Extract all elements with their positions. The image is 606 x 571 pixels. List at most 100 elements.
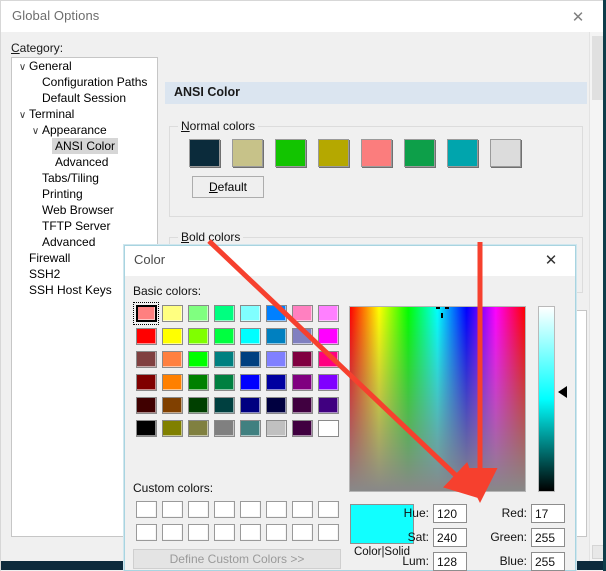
normal-colors-swatches[interactable] — [189, 139, 521, 167]
tree-item-configuration-paths[interactable]: Configuration Paths — [12, 74, 157, 90]
basic-color-cell-47[interactable] — [315, 417, 341, 440]
basic-color-cell-37[interactable] — [263, 394, 289, 417]
tree-item-advanced[interactable]: Advanced — [12, 154, 157, 170]
green-field[interactable]: Green: — [490, 528, 565, 547]
basic-color-cell-26[interactable] — [185, 371, 211, 394]
basic-color-cell-17[interactable] — [159, 348, 185, 371]
basic-color-cell-33[interactable] — [159, 394, 185, 417]
luminance-slider[interactable] — [538, 306, 555, 492]
basic-color-cell-4[interactable] — [237, 302, 263, 325]
basic-color-cell-24[interactable] — [133, 371, 159, 394]
custom-color-cell-11[interactable] — [211, 521, 237, 544]
basic-color-cell-46[interactable] — [289, 417, 315, 440]
custom-color-cell-0[interactable] — [133, 498, 159, 521]
lum-field[interactable]: Lum: — [402, 552, 467, 571]
blue-field[interactable]: Blue: — [500, 552, 565, 571]
custom-color-cell-5[interactable] — [263, 498, 289, 521]
basic-color-cell-1[interactable] — [159, 302, 185, 325]
basic-color-cell-28[interactable] — [237, 371, 263, 394]
normal-color-swatch-4[interactable] — [361, 139, 392, 167]
basic-color-cell-18[interactable] — [185, 348, 211, 371]
basic-color-cell-42[interactable] — [185, 417, 211, 440]
basic-color-cell-7[interactable] — [315, 302, 341, 325]
custom-color-cell-3[interactable] — [211, 498, 237, 521]
tree-item-default-session[interactable]: Default Session — [12, 90, 157, 106]
close-icon[interactable]: ✕ — [557, 4, 599, 29]
normal-color-swatch-0[interactable] — [189, 139, 220, 167]
basic-color-cell-8[interactable] — [133, 325, 159, 348]
tree-item-terminal[interactable]: ∨ Terminal — [12, 106, 157, 122]
define-custom-colors-button[interactable]: Define Custom Colors >> — [133, 549, 341, 569]
sat-input[interactable] — [433, 528, 467, 547]
basic-color-cell-0[interactable] — [133, 302, 159, 325]
basic-color-cell-6[interactable] — [289, 302, 315, 325]
basic-color-cell-20[interactable] — [237, 348, 263, 371]
luminance-slider-handle[interactable] — [558, 386, 567, 398]
basic-color-cell-35[interactable] — [211, 394, 237, 417]
tree-item-web-browser[interactable]: Web Browser — [12, 202, 157, 218]
basic-color-cell-3[interactable] — [211, 302, 237, 325]
lum-input[interactable] — [433, 552, 467, 571]
tree-item-printing[interactable]: Printing — [12, 186, 157, 202]
basic-color-cell-5[interactable] — [263, 302, 289, 325]
normal-color-swatch-6[interactable] — [447, 139, 478, 167]
custom-color-cell-12[interactable] — [237, 521, 263, 544]
hue-field[interactable]: Hue: — [404, 504, 467, 523]
normal-color-swatch-3[interactable] — [318, 139, 349, 167]
custom-color-cell-1[interactable] — [159, 498, 185, 521]
basic-color-cell-13[interactable] — [263, 325, 289, 348]
tree-item-ansi-color[interactable]: ANSI Color — [12, 138, 157, 154]
basic-color-cell-12[interactable] — [237, 325, 263, 348]
color-gradient-field[interactable] — [349, 306, 526, 492]
custom-color-cell-9[interactable] — [159, 521, 185, 544]
basic-color-cell-30[interactable] — [289, 371, 315, 394]
basic-colors-grid[interactable] — [133, 302, 341, 440]
basic-color-cell-16[interactable] — [133, 348, 159, 371]
basic-color-cell-2[interactable] — [185, 302, 211, 325]
normal-color-swatch-7[interactable] — [490, 139, 521, 167]
basic-color-cell-34[interactable] — [185, 394, 211, 417]
custom-color-cell-8[interactable] — [133, 521, 159, 544]
basic-color-cell-41[interactable] — [159, 417, 185, 440]
basic-color-cell-44[interactable] — [237, 417, 263, 440]
basic-color-cell-36[interactable] — [237, 394, 263, 417]
custom-colors-grid[interactable] — [133, 498, 341, 544]
normal-color-swatch-2[interactable] — [275, 139, 306, 167]
hue-input[interactable] — [433, 504, 467, 523]
basic-color-cell-31[interactable] — [315, 371, 341, 394]
basic-color-cell-27[interactable] — [211, 371, 237, 394]
basic-color-cell-32[interactable] — [133, 394, 159, 417]
tree-item-tabs-tiling[interactable]: Tabs/Tiling — [12, 170, 157, 186]
basic-color-cell-9[interactable] — [159, 325, 185, 348]
close-icon[interactable]: ✕ — [531, 248, 571, 272]
custom-color-cell-15[interactable] — [315, 521, 341, 544]
tree-item-general[interactable]: ∨ General — [12, 58, 157, 74]
basic-color-cell-43[interactable] — [211, 417, 237, 440]
tree-item-tftp-server[interactable]: TFTP Server — [12, 218, 157, 234]
basic-color-cell-21[interactable] — [263, 348, 289, 371]
basic-color-cell-14[interactable] — [289, 325, 315, 348]
normal-color-swatch-5[interactable] — [404, 139, 435, 167]
green-input[interactable] — [531, 528, 565, 547]
custom-color-cell-7[interactable] — [315, 498, 341, 521]
basic-color-cell-23[interactable] — [315, 348, 341, 371]
sat-field[interactable]: Sat: — [408, 528, 467, 547]
basic-color-cell-25[interactable] — [159, 371, 185, 394]
tree-item-appearance[interactable]: ∨ Appearance — [12, 122, 157, 138]
custom-color-cell-4[interactable] — [237, 498, 263, 521]
custom-color-cell-2[interactable] — [185, 498, 211, 521]
blue-input[interactable] — [531, 552, 565, 571]
basic-color-cell-15[interactable] — [315, 325, 341, 348]
basic-color-cell-11[interactable] — [211, 325, 237, 348]
custom-color-cell-13[interactable] — [263, 521, 289, 544]
custom-color-cell-10[interactable] — [185, 521, 211, 544]
basic-color-cell-38[interactable] — [289, 394, 315, 417]
basic-color-cell-10[interactable] — [185, 325, 211, 348]
custom-color-cell-6[interactable] — [289, 498, 315, 521]
basic-color-cell-29[interactable] — [263, 371, 289, 394]
basic-color-cell-45[interactable] — [263, 417, 289, 440]
normal-color-swatch-1[interactable] — [232, 139, 263, 167]
basic-color-cell-22[interactable] — [289, 348, 315, 371]
default-button[interactable]: Default — [192, 176, 264, 198]
red-input[interactable] — [531, 504, 565, 523]
